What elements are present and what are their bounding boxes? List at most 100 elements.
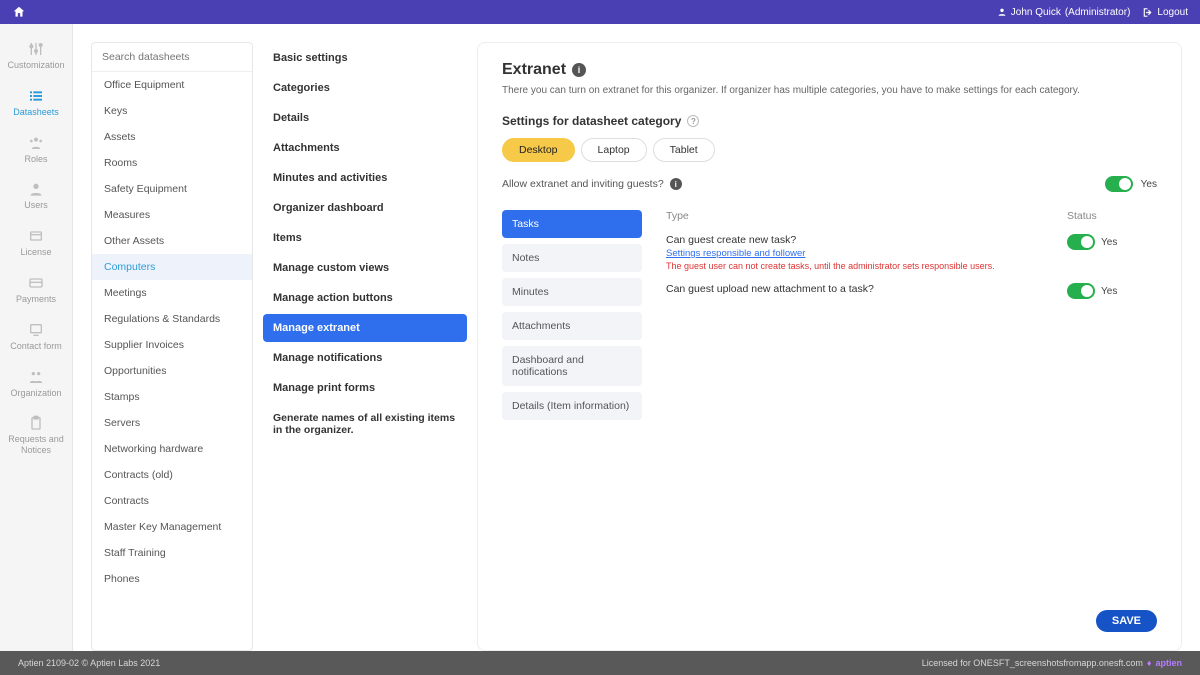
topbar: John Quick (Administrator) Logout bbox=[0, 0, 1200, 24]
allow-extranet-toggle[interactable] bbox=[1105, 176, 1133, 192]
contact-icon bbox=[27, 321, 45, 339]
allow-extranet-row: Allow extranet and inviting guests? i Ye… bbox=[502, 176, 1157, 192]
settings-item[interactable]: Items bbox=[263, 224, 467, 252]
datasheet-item[interactable]: Assets bbox=[92, 124, 252, 150]
nav-item-payments[interactable]: Payments bbox=[0, 268, 72, 311]
permission-row: Can guest create new task? Settings respo… bbox=[666, 228, 1157, 277]
permission-row: Can guest upload new attachment to a tas… bbox=[666, 277, 1157, 305]
footer: Aptien 2109-02 © Aptien Labs 2021 Licens… bbox=[0, 651, 1200, 675]
nav-label: Requests and Notices bbox=[6, 434, 66, 456]
datasheet-item[interactable]: Servers bbox=[92, 410, 252, 436]
nav-item-contact-form[interactable]: Contact form bbox=[0, 315, 72, 358]
settings-item[interactable]: Organizer dashboard bbox=[263, 194, 467, 222]
nav-item-customization[interactable]: Customization bbox=[0, 34, 72, 77]
brand-icon: ♦ bbox=[1147, 658, 1152, 668]
datasheet-item[interactable]: Meetings bbox=[92, 280, 252, 306]
perm-tab[interactable]: Details (Item information) bbox=[502, 392, 642, 420]
logout-button[interactable]: Logout bbox=[1142, 7, 1188, 18]
settings-item[interactable]: Minutes and activities bbox=[263, 164, 467, 192]
nav-item-license[interactable]: License bbox=[0, 221, 72, 264]
datasheet-item[interactable]: Computers bbox=[92, 254, 252, 280]
perm-tab[interactable]: Minutes bbox=[502, 278, 642, 306]
datasheet-item[interactable]: Contracts (old) bbox=[92, 462, 252, 488]
allow-extranet-value: Yes bbox=[1141, 179, 1157, 190]
settings-item[interactable]: Generate names of all existing items in … bbox=[263, 404, 467, 444]
license-icon bbox=[27, 227, 45, 245]
save-button[interactable]: SAVE bbox=[1096, 610, 1157, 632]
user-account[interactable]: John Quick (Administrator) bbox=[997, 7, 1131, 18]
datasheet-item[interactable]: Office Equipment bbox=[92, 72, 252, 98]
perm-toggle[interactable] bbox=[1067, 234, 1095, 250]
footer-brand: aptien bbox=[1155, 658, 1182, 668]
card-icon bbox=[27, 274, 45, 292]
settings-item[interactable]: Manage extranet bbox=[263, 314, 467, 342]
settings-item[interactable]: Manage print forms bbox=[263, 374, 467, 402]
allow-extranet-label: Allow extranet and inviting guests? bbox=[502, 178, 664, 190]
panel-description: There you can turn on extranet for this … bbox=[502, 85, 1157, 96]
settings-item[interactable]: Details bbox=[263, 104, 467, 132]
device-segmented: DesktopLaptopTablet bbox=[502, 138, 1157, 162]
org-icon bbox=[27, 368, 45, 386]
perm-label: Can guest create new task? bbox=[666, 234, 1067, 246]
clipboard-icon bbox=[27, 414, 45, 432]
left-nav: Customization Datasheets RolesUsersLicense… bbox=[0, 24, 73, 651]
datasheet-item[interactable]: Contracts bbox=[92, 488, 252, 514]
panel-title: Extranet i bbox=[502, 61, 1157, 79]
datasheet-item[interactable]: Keys bbox=[92, 98, 252, 124]
nav-item-organization[interactable]: Organization bbox=[0, 362, 72, 405]
roles-icon bbox=[27, 134, 45, 152]
home-icon[interactable] bbox=[12, 5, 26, 19]
settings-menu-column: Basic settingsCategoriesDetailsAttachmen… bbox=[253, 42, 477, 651]
perm-settings-link[interactable]: Settings responsible and follower bbox=[666, 248, 1067, 259]
nav-label: Datasheets bbox=[13, 107, 59, 118]
datasheet-item[interactable]: Phones bbox=[92, 566, 252, 592]
perm-status: Yes bbox=[1101, 237, 1117, 248]
search-input[interactable] bbox=[92, 43, 252, 72]
nav-label: Organization bbox=[10, 388, 61, 399]
perm-tab[interactable]: Tasks bbox=[502, 210, 642, 238]
perm-status: Yes bbox=[1101, 286, 1117, 297]
panel-title-text: Extranet bbox=[502, 61, 566, 79]
user-role: (Administrator) bbox=[1065, 7, 1131, 18]
list-icon bbox=[27, 87, 45, 105]
datasheet-item[interactable]: Opportunities bbox=[92, 358, 252, 384]
permissions-table: Type Status Can guest create new task?Se… bbox=[666, 210, 1157, 420]
nav-item-roles[interactable]: Roles bbox=[0, 128, 72, 171]
datasheet-item[interactable]: Supplier Invoices bbox=[92, 332, 252, 358]
device-tab-desktop[interactable]: Desktop bbox=[502, 138, 575, 162]
datasheet-item[interactable]: Measures bbox=[92, 202, 252, 228]
nav-item-requests-and-notices[interactable]: Requests and Notices bbox=[0, 408, 72, 462]
device-tab-tablet[interactable]: Tablet bbox=[653, 138, 715, 162]
perm-label: Can guest upload new attachment to a tas… bbox=[666, 283, 1067, 295]
settings-item[interactable]: Basic settings bbox=[263, 44, 467, 72]
datasheets-list: Office EquipmentKeysAssetsRoomsSafety Eq… bbox=[92, 72, 252, 650]
settings-item[interactable]: Categories bbox=[263, 74, 467, 102]
nav-label: Customization bbox=[7, 60, 64, 71]
info-icon[interactable]: i bbox=[572, 63, 586, 77]
logout-icon bbox=[1142, 7, 1153, 18]
settings-item[interactable]: Attachments bbox=[263, 134, 467, 162]
settings-item[interactable]: Manage action buttons bbox=[263, 284, 467, 312]
datasheet-item[interactable]: Networking hardware bbox=[92, 436, 252, 462]
datasheet-item[interactable]: Stamps bbox=[92, 384, 252, 410]
perm-toggle[interactable] bbox=[1067, 283, 1095, 299]
user-icon bbox=[27, 180, 45, 198]
datasheet-item[interactable]: Master Key Management bbox=[92, 514, 252, 540]
help-icon[interactable]: ? bbox=[687, 115, 699, 127]
nav-item-users[interactable]: Users bbox=[0, 174, 72, 217]
perm-tab[interactable]: Attachments bbox=[502, 312, 642, 340]
datasheet-item[interactable]: Rooms bbox=[92, 150, 252, 176]
perm-tab[interactable]: Dashboard and notifications bbox=[502, 346, 642, 386]
datasheet-item[interactable]: Staff Training bbox=[92, 540, 252, 566]
settings-item[interactable]: Manage notifications bbox=[263, 344, 467, 372]
datasheet-item[interactable]: Safety Equipment bbox=[92, 176, 252, 202]
user-name: John Quick bbox=[1011, 7, 1061, 18]
perm-tab[interactable]: Notes bbox=[502, 244, 642, 272]
nav-item-datasheets[interactable]: Datasheets bbox=[0, 81, 72, 124]
settings-item[interactable]: Manage custom views bbox=[263, 254, 467, 282]
datasheet-item[interactable]: Other Assets bbox=[92, 228, 252, 254]
datasheet-item[interactable]: Regulations & Standards bbox=[92, 306, 252, 332]
footer-left: Aptien 2109-02 © Aptien Labs 2021 bbox=[18, 658, 160, 668]
device-tab-laptop[interactable]: Laptop bbox=[581, 138, 647, 162]
info-icon[interactable]: i bbox=[670, 178, 682, 190]
